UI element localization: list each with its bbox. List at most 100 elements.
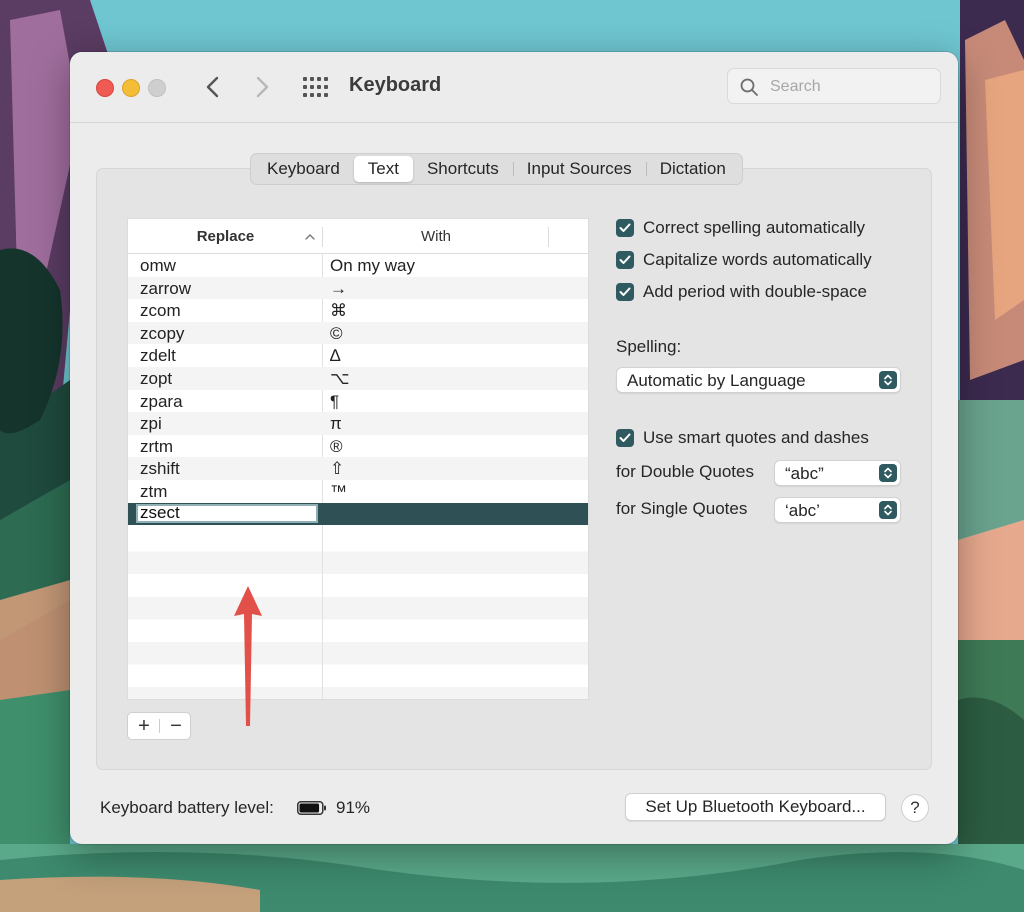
with-cell: ⇧ xyxy=(330,459,345,479)
setup-bluetooth-keyboard-button[interactable]: Set Up Bluetooth Keyboard... xyxy=(625,793,886,821)
spelling-language-select[interactable]: Automatic by Language xyxy=(616,367,901,393)
battery-icon xyxy=(297,801,326,815)
table-row-editing[interactable] xyxy=(128,502,588,526)
replace-edit-field[interactable] xyxy=(136,503,318,523)
close-window-button[interactable] xyxy=(96,79,114,97)
table-row[interactable]: zrtm ® xyxy=(128,435,588,458)
battery-level-label: Keyboard battery level: xyxy=(100,798,274,817)
single-quotes-select[interactable]: ‘abc’ xyxy=(774,497,901,523)
add-remove-control: + − xyxy=(127,712,191,740)
battery-percent: 91% xyxy=(336,798,371,817)
replace-cell: zopt xyxy=(140,368,173,388)
column-header-with[interactable]: With xyxy=(324,219,548,253)
replace-cell: zshift xyxy=(140,459,180,479)
tab-shortcuts[interactable]: Shortcuts xyxy=(413,156,513,182)
smart-quotes-label: Use smart quotes and dashes xyxy=(643,428,869,447)
add-period-checkbox[interactable] xyxy=(616,283,634,301)
with-cell: ¶ xyxy=(330,391,340,411)
remove-replacement-button[interactable]: − xyxy=(160,713,192,739)
help-button[interactable]: ? xyxy=(901,794,929,822)
with-cell: ™ xyxy=(330,481,347,501)
single-quotes-value: ‘abc’ xyxy=(785,501,820,520)
add-period-option[interactable]: Add period with double-space xyxy=(616,282,867,302)
show-all-grid-icon[interactable] xyxy=(302,76,328,98)
double-quotes-select[interactable]: “abc” xyxy=(774,460,901,486)
search-input[interactable] xyxy=(768,75,932,99)
replace-cell: ztm xyxy=(140,481,168,501)
with-cell: ® xyxy=(330,436,343,456)
replace-cell: zdelt xyxy=(140,346,176,366)
tab-keyboard[interactable]: Keyboard xyxy=(253,156,354,182)
with-cell: On my way xyxy=(330,256,416,275)
with-cell: © xyxy=(330,323,343,343)
capitalize-words-option[interactable]: Capitalize words automatically xyxy=(616,250,872,270)
header-separator xyxy=(322,227,323,247)
replace-cell: zcom xyxy=(140,301,181,321)
add-replacement-button[interactable]: + xyxy=(128,713,160,739)
table-row[interactable]: zarrow → xyxy=(128,276,588,300)
capitalize-words-label: Capitalize words automatically xyxy=(643,250,872,269)
text-replacement-table: Replace With omw On my way zarrow → zcom ⌘ … xyxy=(127,218,589,700)
tab-bar: Keyboard Text Shortcuts Input Sources Di… xyxy=(250,153,743,185)
title-bar: Keyboard xyxy=(70,52,958,123)
single-quotes-label: for Single Quotes xyxy=(616,499,748,518)
with-cell: → xyxy=(330,278,347,298)
double-quotes-label: for Double Quotes xyxy=(616,462,754,481)
double-quotes-value: “abc” xyxy=(785,464,824,483)
table-row[interactable]: zdelt ∆ xyxy=(128,344,588,367)
column-header-replace[interactable]: Replace xyxy=(128,219,323,253)
replace-cell: omw xyxy=(140,256,176,275)
search-icon xyxy=(740,78,758,96)
checkmark-icon xyxy=(619,287,631,296)
table-rows: omw On my way zarrow → zcom ⌘ zcopy © zdelt ∆… xyxy=(128,254,588,526)
sort-ascending-chevron-icon xyxy=(305,234,315,240)
smart-quotes-checkbox[interactable] xyxy=(616,429,634,447)
tab-text[interactable]: Text xyxy=(353,156,413,182)
spelling-label: Spelling: xyxy=(616,337,682,356)
checkmark-icon xyxy=(619,433,631,442)
table-row[interactable]: zcopy © xyxy=(128,321,588,345)
correct-spelling-checkbox[interactable] xyxy=(616,219,634,237)
with-cell: ⌘ xyxy=(330,301,347,321)
table-row[interactable]: zopt ⌥ xyxy=(128,366,588,390)
tab-dictation[interactable]: Dictation xyxy=(645,156,740,182)
smart-quotes-option[interactable]: Use smart quotes and dashes xyxy=(616,428,869,448)
table-row[interactable]: zpara ¶ xyxy=(128,390,588,413)
add-period-label: Add period with double-space xyxy=(643,282,867,301)
spelling-language-value: Automatic by Language xyxy=(627,371,806,390)
checkmark-icon xyxy=(619,223,631,232)
correct-spelling-option[interactable]: Correct spelling automatically xyxy=(616,218,865,238)
select-stepper-icon xyxy=(879,501,897,519)
back-chevron-icon[interactable] xyxy=(200,74,228,100)
replace-cell: zarrow xyxy=(140,278,192,298)
search-field[interactable] xyxy=(727,68,941,104)
capitalize-words-checkbox[interactable] xyxy=(616,251,634,269)
tab-input-sources[interactable]: Input Sources xyxy=(512,156,646,182)
table-row[interactable]: zshift ⇧ xyxy=(128,457,588,480)
table-header: Replace With xyxy=(128,219,588,254)
checkmark-icon xyxy=(619,255,631,264)
table-row[interactable]: zpi π xyxy=(128,412,588,435)
with-cell: ⌥ xyxy=(330,368,350,388)
select-stepper-icon xyxy=(879,371,897,389)
header-separator xyxy=(548,227,549,247)
with-cell: π xyxy=(330,414,342,434)
table-row[interactable]: omw On my way xyxy=(128,254,588,277)
select-stepper-icon xyxy=(879,464,897,482)
column-divider xyxy=(322,529,323,699)
replace-cell: zrtm xyxy=(140,436,174,456)
replace-cell: zpara xyxy=(140,391,183,411)
correct-spelling-label: Correct spelling automatically xyxy=(643,218,866,237)
table-row[interactable]: ztm ™ xyxy=(128,480,588,503)
annotation-arrow-icon xyxy=(234,586,262,726)
keyboard-preferences-window: Keyboard Keyboard Text Shortcuts Input S… xyxy=(70,52,958,844)
minimize-window-button[interactable] xyxy=(122,79,140,97)
zoom-window-button[interactable] xyxy=(148,79,166,97)
forward-chevron-icon[interactable] xyxy=(248,74,276,100)
table-row[interactable]: zcom ⌘ xyxy=(128,299,588,322)
window-title: Keyboard xyxy=(349,74,442,96)
replace-cell: zcopy xyxy=(140,323,185,343)
table-empty-rows xyxy=(128,529,588,699)
replace-cell: zpi xyxy=(140,414,162,434)
with-cell: ∆ xyxy=(330,346,341,366)
